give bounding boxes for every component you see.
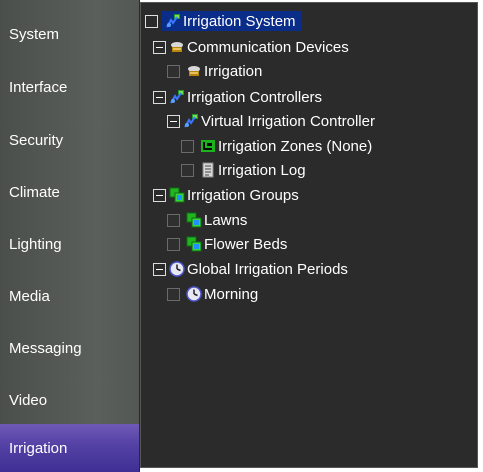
tree-node-label: Irrigation Groups <box>187 186 299 204</box>
tree-node-label: Irrigation System <box>183 12 296 30</box>
communication-devices-icon <box>171 42 183 52</box>
irrigation-system-icon <box>166 14 180 28</box>
tree-node-virtual-controller[interactable]: Virtual Irrigation Controller <box>167 110 375 132</box>
clock-icon <box>169 261 185 277</box>
sidebar-item-label: Video <box>9 391 48 409</box>
sidebar-item-lighting[interactable]: Lighting <box>0 218 139 270</box>
zones-icon <box>201 140 215 152</box>
sidebar-item-label: Security <box>9 131 64 149</box>
collapse-toggle[interactable] <box>153 262 166 276</box>
sidebar-item-irrigation[interactable]: Irrigation <box>0 424 139 472</box>
sidebar-item-label: Interface <box>9 78 68 96</box>
irrigation-groups-icon <box>169 187 185 203</box>
tree-node-comm-irrigation[interactable]: Irrigation <box>167 60 262 82</box>
tree-node-label: Morning <box>204 285 259 303</box>
sidebar-item-climate[interactable]: Climate <box>0 166 139 218</box>
tree-node-flower-beds[interactable]: Flower Beds <box>167 233 287 255</box>
tree-node-morning[interactable]: Morning <box>167 283 258 305</box>
checkbox[interactable] <box>167 64 180 78</box>
collapse-toggle[interactable] <box>153 188 166 202</box>
sidebar-item-interface[interactable]: Interface <box>0 61 139 113</box>
sidebar-item-label: Lighting <box>9 235 62 253</box>
tree-node-irrigation-groups[interactable]: Irrigation Groups <box>153 184 299 206</box>
checkbox[interactable] <box>181 139 194 153</box>
tree-node-label: Communication Devices <box>187 38 349 56</box>
sidebar-item-label: Irrigation <box>9 439 68 457</box>
sidebar: System Interface Security Climate Lighti… <box>0 0 140 472</box>
sidebar-item-label: System <box>9 25 60 43</box>
communication-device-icon <box>188 66 200 76</box>
irrigation-tree[interactable]: Irrigation System Communication Devices … <box>140 2 478 468</box>
tree-node-label: Flower Beds <box>204 235 288 253</box>
tree-node-label: Virtual Irrigation Controller <box>201 112 375 130</box>
tree-node-irrigation-log[interactable]: Irrigation Log <box>181 159 306 181</box>
group-icon <box>186 212 202 228</box>
checkbox[interactable] <box>167 287 180 301</box>
sidebar-item-label: Messaging <box>9 339 82 357</box>
checkbox[interactable] <box>167 213 180 227</box>
tree-node-label: Irrigation Zones (None) <box>218 137 373 155</box>
checkbox[interactable] <box>167 237 180 251</box>
checkbox[interactable] <box>145 14 158 28</box>
irrigation-controller-icon <box>184 114 198 128</box>
tree-node-irrigation-zones[interactable]: Irrigation Zones (None) <box>181 135 372 157</box>
sidebar-item-security[interactable]: Security <box>0 114 139 166</box>
group-icon <box>186 236 202 252</box>
tree-node-label: Irrigation Controllers <box>187 88 323 106</box>
irrigation-controller-icon <box>170 90 184 104</box>
tree-node-communication-devices[interactable]: Communication Devices <box>153 36 349 58</box>
tree-node-label: Irrigation Log <box>218 161 306 179</box>
checkbox[interactable] <box>181 163 194 177</box>
sidebar-item-label: Media <box>9 287 50 305</box>
collapse-toggle[interactable] <box>167 114 180 128</box>
tree-node-label: Lawns <box>204 211 248 229</box>
log-icon <box>202 162 214 178</box>
selected-highlight: Irrigation System <box>162 11 302 31</box>
tree-node-label: Irrigation <box>204 62 263 80</box>
tree-node-global-periods[interactable]: Global Irrigation Periods <box>153 258 348 280</box>
window-right-edge <box>478 0 483 472</box>
tree-node-label: Global Irrigation Periods <box>187 260 348 278</box>
tree-node-lawns[interactable]: Lawns <box>167 209 247 231</box>
collapse-toggle[interactable] <box>153 90 166 104</box>
tree-node-irrigation-system[interactable]: Irrigation System <box>145 10 405 32</box>
sidebar-item-media[interactable]: Media <box>0 270 139 322</box>
tree-node-irrigation-controllers[interactable]: Irrigation Controllers <box>153 86 322 108</box>
sidebar-item-system[interactable]: System <box>0 8 139 60</box>
clock-icon <box>186 286 202 302</box>
sidebar-item-video[interactable]: Video <box>0 374 139 426</box>
sidebar-item-label: Climate <box>9 183 60 201</box>
collapse-toggle[interactable] <box>153 40 166 54</box>
sidebar-item-messaging[interactable]: Messaging <box>0 322 139 374</box>
